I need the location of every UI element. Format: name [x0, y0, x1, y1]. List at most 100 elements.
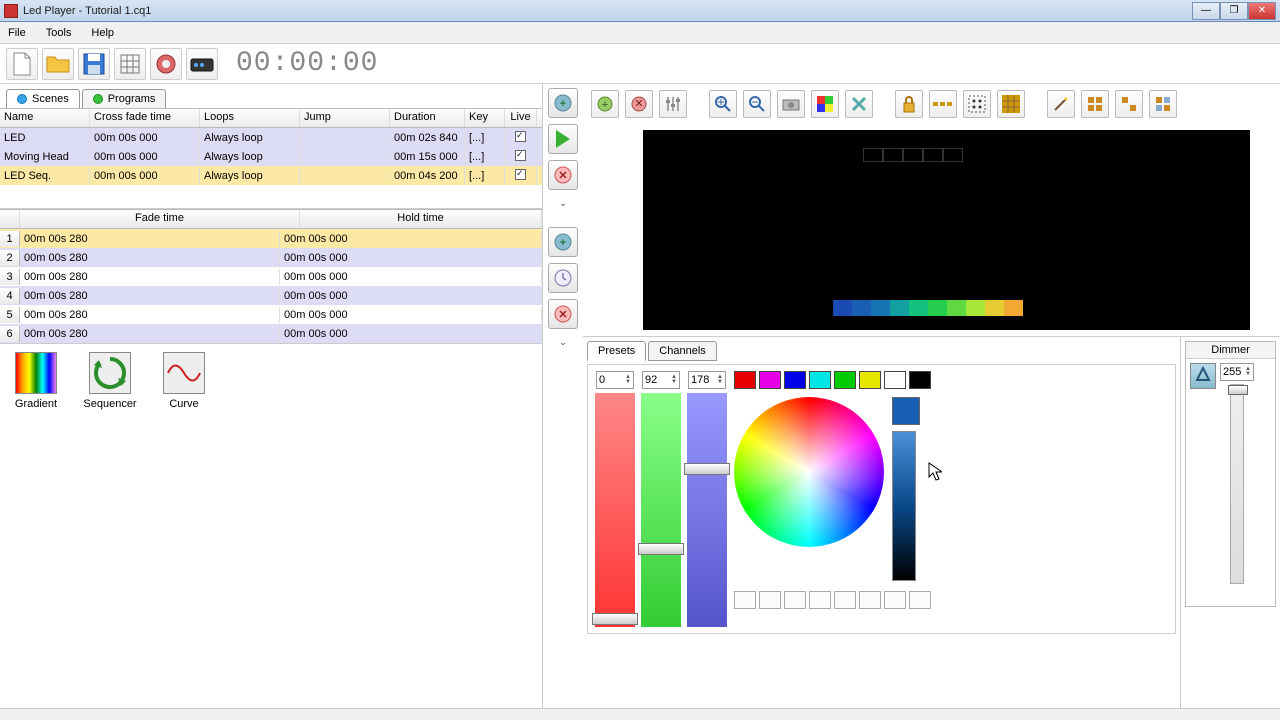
green-slider[interactable] — [641, 393, 681, 627]
sequencer-icon — [89, 352, 131, 394]
menu-file[interactable]: File — [4, 25, 30, 41]
preset-curve[interactable]: Curve — [156, 352, 212, 700]
col-key[interactable]: Key — [465, 109, 505, 127]
col-live[interactable]: Live — [505, 109, 537, 127]
wand-button[interactable] — [1047, 90, 1075, 118]
blue-slider[interactable] — [687, 393, 727, 627]
add-step-button[interactable]: + — [548, 227, 578, 257]
step-row[interactable]: 200m 00s 28000m 00s 000 — [0, 248, 542, 267]
dimmer-slider[interactable] — [1230, 384, 1244, 584]
swatch[interactable] — [784, 371, 806, 389]
zoom-out-button[interactable] — [743, 90, 771, 118]
swatch[interactable] — [734, 371, 756, 389]
green-dot-icon — [93, 94, 103, 104]
color-squares-button[interactable] — [811, 90, 839, 118]
device-button[interactable] — [186, 48, 218, 80]
snapshot-button[interactable] — [777, 90, 805, 118]
green-value-input[interactable]: 92▲▼ — [642, 371, 680, 389]
remove-fixture-button[interactable]: ✕ — [625, 90, 653, 118]
faders-button[interactable] — [659, 90, 687, 118]
grid-fill-button[interactable] — [997, 90, 1025, 118]
add-scene-button[interactable]: + — [548, 88, 578, 118]
step-row[interactable]: 300m 00s 28000m 00s 000 — [0, 267, 542, 286]
zoom-in-button[interactable] — [709, 90, 737, 118]
tab-scenes[interactable]: Scenes — [6, 89, 80, 108]
maximize-button[interactable]: ❐ — [1220, 2, 1248, 20]
col-loops[interactable]: Loops — [200, 109, 300, 127]
tab-programs[interactable]: Programs — [82, 89, 167, 108]
col-fade[interactable]: Fade time — [20, 210, 300, 228]
tab-channels[interactable]: Channels — [648, 341, 716, 361]
window-title: Led Player - Tutorial 1.cq1 — [23, 5, 1192, 17]
step-row[interactable]: 100m 00s 28000m 00s 000 — [0, 229, 542, 248]
value-slider[interactable] — [892, 431, 916, 581]
swatch[interactable] — [909, 371, 931, 389]
menu-help[interactable]: Help — [87, 25, 118, 41]
timer-display: 00:00:00 — [236, 48, 378, 79]
step-row[interactable]: 400m 00s 28000m 00s 000 — [0, 286, 542, 305]
new-file-button[interactable] — [6, 48, 38, 80]
close-button[interactable]: ✕ — [1248, 2, 1276, 20]
color-wheel[interactable] — [734, 397, 884, 547]
play-button[interactable] — [548, 124, 578, 154]
open-file-button[interactable] — [42, 48, 74, 80]
save-file-button[interactable] — [78, 48, 110, 80]
preset-gradient[interactable]: Gradient — [8, 352, 64, 700]
group-c-button[interactable] — [1149, 90, 1177, 118]
select-dots-button[interactable] — [963, 90, 991, 118]
custom-swatch[interactable] — [734, 591, 756, 609]
preset-sequencer[interactable]: Sequencer — [82, 352, 138, 700]
delete-step-button[interactable]: ✕ — [548, 299, 578, 329]
title-bar: Led Player - Tutorial 1.cq1 — ❐ ✕ — [0, 0, 1280, 22]
minimize-button[interactable]: — — [1192, 2, 1220, 20]
swatch[interactable] — [884, 371, 906, 389]
blue-value-input[interactable]: 178▲▼ — [688, 371, 726, 389]
expand-steps-icon[interactable]: ⌄ — [557, 335, 569, 350]
group-a-button[interactable] — [1081, 90, 1109, 118]
expand-scenes-icon[interactable]: ⌄ — [557, 196, 569, 211]
custom-swatch[interactable] — [809, 591, 831, 609]
menu-bar: File Tools Help — [0, 22, 1280, 44]
col-name[interactable]: Name — [0, 109, 90, 127]
settings-button[interactable] — [845, 90, 873, 118]
red-value-input[interactable]: 0▲▼ — [596, 371, 634, 389]
step-row[interactable]: 500m 00s 28000m 00s 000 — [0, 305, 542, 324]
dimmer-icon[interactable] — [1190, 363, 1216, 389]
swatch[interactable] — [809, 371, 831, 389]
delete-scene-button[interactable]: ✕ — [548, 160, 578, 190]
svg-text:✕: ✕ — [634, 98, 643, 110]
dimmer-title: Dimmer — [1186, 342, 1275, 359]
col-jump[interactable]: Jump — [300, 109, 390, 127]
custom-swatch[interactable] — [884, 591, 906, 609]
swatch[interactable] — [859, 371, 881, 389]
custom-swatch[interactable] — [859, 591, 881, 609]
custom-swatch[interactable] — [784, 591, 806, 609]
color-disc-button[interactable] — [150, 48, 182, 80]
svg-text:✕: ✕ — [558, 309, 567, 321]
scene-row[interactable]: LED00m 00s 000Always loop00m 02s 840[...… — [0, 128, 542, 147]
grid-button[interactable] — [114, 48, 146, 80]
red-slider[interactable] — [595, 393, 635, 627]
swatch[interactable] — [759, 371, 781, 389]
dash-button[interactable] — [929, 90, 957, 118]
add-fixture-button[interactable]: + — [591, 90, 619, 118]
step-timing-button[interactable] — [548, 263, 578, 293]
dimmer-value-input[interactable]: 255▲▼ — [1220, 363, 1254, 381]
swatch[interactable] — [834, 371, 856, 389]
menu-tools[interactable]: Tools — [42, 25, 76, 41]
custom-swatch[interactable] — [909, 591, 931, 609]
svg-text:✕: ✕ — [558, 170, 567, 182]
status-bar — [0, 708, 1280, 720]
preview-viewport[interactable] — [643, 130, 1250, 330]
scene-row[interactable]: Moving Head00m 00s 000Always loop00m 15s… — [0, 147, 542, 166]
step-row[interactable]: 600m 00s 28000m 00s 000 — [0, 324, 542, 343]
group-b-button[interactable] — [1115, 90, 1143, 118]
scene-row[interactable]: LED Seq.00m 00s 000Always loop00m 04s 20… — [0, 166, 542, 185]
col-hold[interactable]: Hold time — [300, 210, 542, 228]
col-cross[interactable]: Cross fade time — [90, 109, 200, 127]
lock-button[interactable] — [895, 90, 923, 118]
col-duration[interactable]: Duration — [390, 109, 465, 127]
custom-swatch[interactable] — [834, 591, 856, 609]
tab-presets[interactable]: Presets — [587, 341, 646, 361]
custom-swatch[interactable] — [759, 591, 781, 609]
